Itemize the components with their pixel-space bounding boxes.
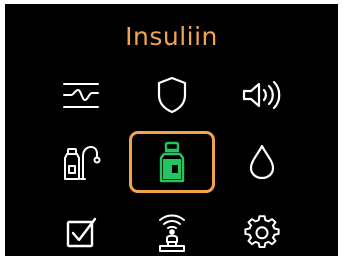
gear-icon [244,215,280,248]
vial-tubing-icon [64,146,101,180]
wireless-sensor-icon [159,214,185,252]
menu-item-sensor[interactable] [129,202,215,256]
menu-item-settings[interactable] [219,202,305,256]
menu-item-shield[interactable] [129,64,215,126]
menu-item-trend[interactable] [38,64,124,126]
menu-item-insulin[interactable] [129,131,215,193]
trend-graph-icon [63,83,99,108]
menu-item-sound[interactable] [219,64,305,126]
menu-item-drop[interactable] [219,131,305,193]
checkbox-icon [66,217,97,248]
menu-item-checklist[interactable] [38,202,124,256]
menu-grid [5,4,338,256]
drop-icon [249,144,275,180]
insulin-vial-icon [159,141,185,183]
menu-item-vial-tubing[interactable] [38,131,124,193]
speaker-volume-icon [242,80,281,110]
device-screen: Insuliin [5,4,338,256]
shield-icon [157,76,187,114]
